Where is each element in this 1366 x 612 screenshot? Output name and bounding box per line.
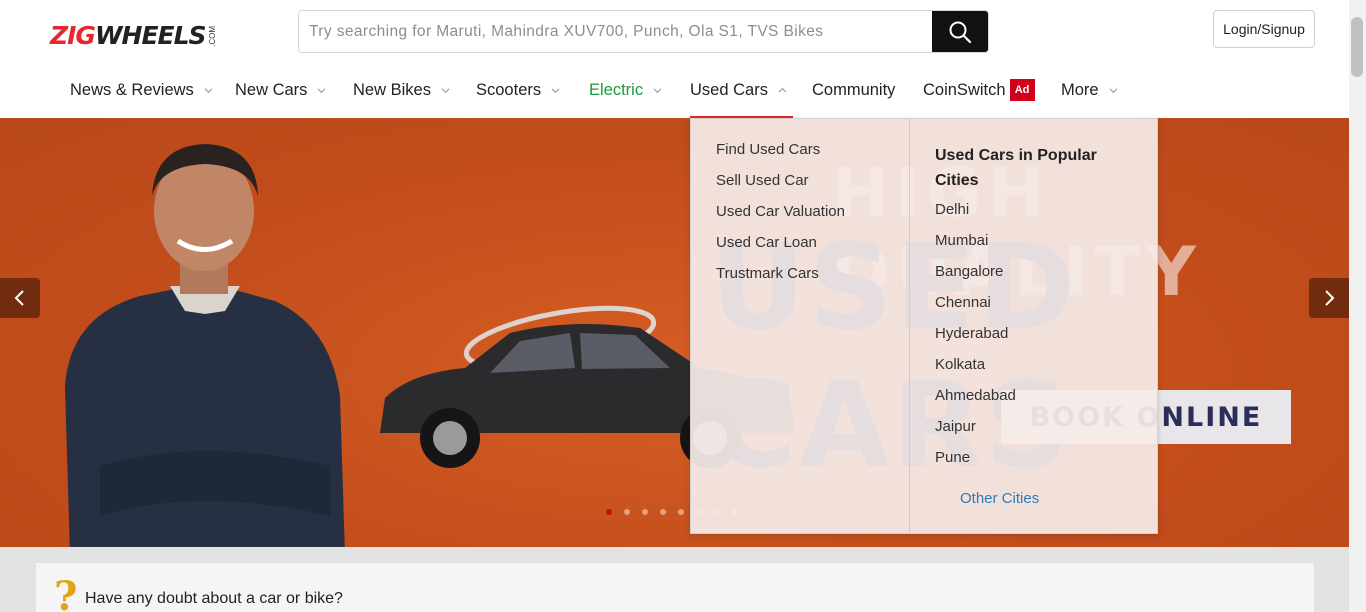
link-trustmark-cars[interactable]: Trustmark Cars <box>716 263 909 294</box>
nav-new-cars[interactable]: New Cars <box>235 62 326 118</box>
chevron-down-icon <box>441 87 450 93</box>
nav-label: News & Reviews <box>70 80 194 99</box>
chevron-down-icon <box>551 87 560 93</box>
search-bar <box>298 10 989 53</box>
faq-text: Have any doubt about a car or bike? <box>85 590 343 607</box>
login-signup-button[interactable]: Login/Signup <box>1213 10 1315 48</box>
nav-label: New Bikes <box>353 80 431 99</box>
carousel-dot[interactable] <box>642 509 648 515</box>
city-link[interactable]: Hyderabad <box>935 323 1157 354</box>
carousel-prev-button[interactable] <box>0 278 40 318</box>
nav-electric[interactable]: Electric <box>589 62 662 118</box>
other-cities-link[interactable]: Other Cities <box>960 488 1157 519</box>
bottom-section: ? Have any doubt about a car or bike? <box>0 547 1349 612</box>
chevron-left-icon <box>14 290 24 306</box>
logo-zig: ZIG <box>50 21 96 50</box>
question-icon: ? <box>54 573 78 612</box>
city-link[interactable]: Jaipur <box>935 416 1157 447</box>
link-find-used-cars[interactable]: Find Used Cars <box>716 139 909 170</box>
city-link[interactable]: Mumbai <box>935 230 1157 261</box>
logo-com: .COM <box>207 26 217 47</box>
popular-cities-title: Used Cars in Popular Cities <box>935 147 1097 189</box>
nav-label: Electric <box>589 80 644 99</box>
nav-label: CoinSwitch <box>923 80 1006 99</box>
nav-community[interactable]: Community <box>812 62 895 118</box>
chevron-right-icon <box>1325 290 1335 306</box>
nav-label: Community <box>812 80 896 99</box>
nav-coinswitch[interactable]: CoinSwitch Ad <box>923 62 1035 118</box>
chevron-down-icon <box>653 87 662 93</box>
logo-wheels: WHEELS <box>94 21 207 50</box>
header: ZIG WHEELS .COM Login/Signup News & Revi… <box>0 0 1349 118</box>
used-cars-links: Find Used Cars Sell Used Car Used Car Va… <box>691 119 910 533</box>
search-input[interactable] <box>299 11 932 52</box>
link-used-car-valuation[interactable]: Used Car Valuation <box>716 201 909 232</box>
nav-label: Used Cars <box>690 80 768 99</box>
city-link[interactable]: Pune <box>935 447 1157 478</box>
city-link[interactable]: Ahmedabad <box>935 385 1157 416</box>
city-link[interactable]: Chennai <box>935 292 1157 323</box>
nav-label: Scooters <box>476 80 542 99</box>
page-scrollbar[interactable] <box>1349 0 1366 612</box>
chevron-down-icon <box>204 87 213 93</box>
zigwheels-logo[interactable]: ZIG WHEELS .COM <box>50 20 217 50</box>
chevron-down-icon <box>317 87 326 93</box>
city-link[interactable]: Kolkata <box>935 354 1157 385</box>
faq-card[interactable]: ? Have any doubt about a car or bike? <box>35 562 1315 612</box>
nav-news-reviews[interactable]: News & Reviews <box>70 62 213 118</box>
person-image <box>65 144 345 547</box>
nav-scooters[interactable]: Scooters <box>476 62 560 118</box>
link-used-car-loan[interactable]: Used Car Loan <box>716 232 909 263</box>
search-button[interactable] <box>932 11 988 52</box>
carousel-dot[interactable] <box>660 509 666 515</box>
page: ZIG WHEELS .COM Login/Signup News & Revi… <box>0 0 1366 612</box>
city-link[interactable]: Bangalore <box>935 261 1157 292</box>
search-icon <box>949 21 972 43</box>
link-sell-used-car[interactable]: Sell Used Car <box>716 170 909 201</box>
nav-new-bikes[interactable]: New Bikes <box>353 62 450 118</box>
nav-label: More <box>1061 80 1099 99</box>
carousel-dot[interactable] <box>606 509 612 515</box>
carousel-dot[interactable] <box>678 509 684 515</box>
nav-used-cars[interactable]: Used Cars <box>690 62 793 118</box>
chevron-up-icon <box>778 87 787 93</box>
main-nav: News & Reviews New Cars New Bikes Scoote… <box>0 62 1349 118</box>
scrollbar-thumb[interactable] <box>1351 17 1363 77</box>
carousel-next-button[interactable] <box>1309 278 1349 318</box>
chevron-down-icon <box>1109 87 1118 93</box>
ad-badge: Ad <box>1009 79 1035 101</box>
used-cars-dropdown: Find Used Cars Sell Used Car Used Car Va… <box>690 118 1158 534</box>
carousel-dot[interactable] <box>624 509 630 515</box>
popular-cities: Used Cars in Popular Cities Delhi Mumbai… <box>910 119 1157 533</box>
nav-label: New Cars <box>235 80 308 99</box>
city-link[interactable]: Delhi <box>935 199 1157 230</box>
nav-more[interactable]: More <box>1061 62 1118 118</box>
